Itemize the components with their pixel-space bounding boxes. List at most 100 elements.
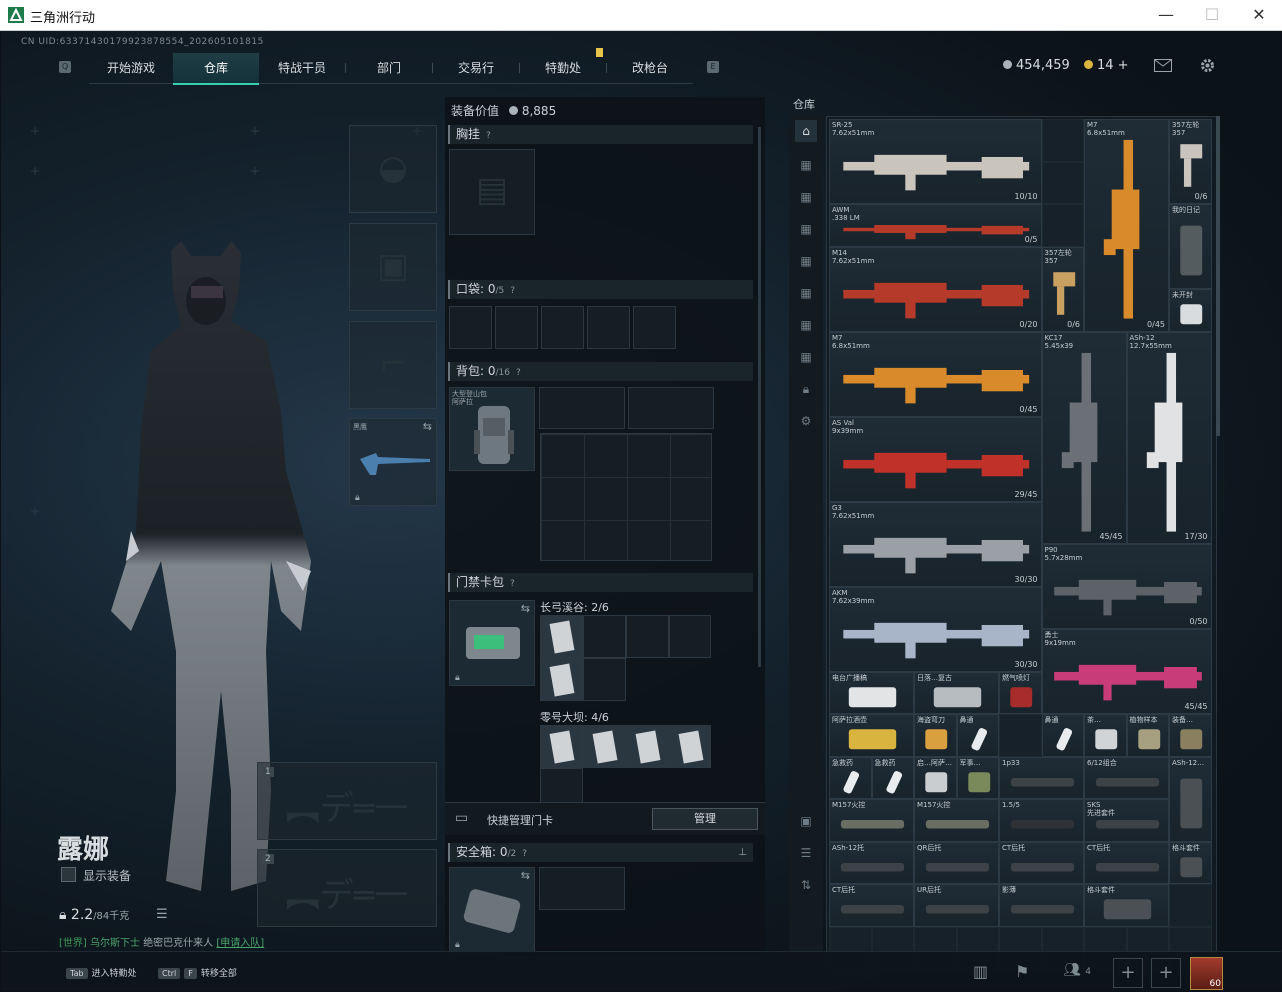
add-teammate-button[interactable]: + xyxy=(1113,958,1143,988)
warehouse-item[interactable]: 急救药 xyxy=(871,756,914,799)
keycard-item[interactable] xyxy=(540,615,583,658)
help-icon[interactable]: ? xyxy=(486,127,491,146)
warehouse-item[interactable]: 燃气喷灯 xyxy=(999,671,1042,714)
add-teammate-button[interactable]: + xyxy=(1151,958,1181,988)
warehouse-item[interactable]: 军事… xyxy=(956,756,999,799)
warehouse-item[interactable]: 格斗套件 xyxy=(1169,841,1212,884)
keycard-item[interactable] xyxy=(540,725,583,768)
show-equipment-checkbox[interactable] xyxy=(61,867,76,882)
scrollbar[interactable] xyxy=(758,127,761,667)
warehouse-item[interactable]: 勇士 9x19mm 45/45 xyxy=(1041,629,1212,714)
backpack-slot[interactable]: 大型登山包 阿萨拉 xyxy=(449,387,535,471)
tab-operators[interactable]: 特战干员 xyxy=(259,53,345,83)
chest-rig-slot[interactable]: ▤ xyxy=(449,149,535,235)
warehouse-tool-icon[interactable]: ▣ xyxy=(795,810,817,832)
pistol-slot[interactable]: ⌐ xyxy=(349,321,437,409)
pocket-cell[interactable] xyxy=(541,306,584,349)
tab-department[interactable]: 部门 xyxy=(346,53,432,83)
warehouse-item[interactable]: 阿萨拉酒壶 xyxy=(829,714,914,757)
stats-icon[interactable]: ▥ xyxy=(973,962,988,981)
warehouse-item[interactable]: CT后托 xyxy=(1084,841,1169,884)
warehouse-item[interactable]: 茶… xyxy=(1084,714,1127,757)
warehouse-item[interactable]: SR-25 7.62x51mm 10/10 xyxy=(829,119,1042,204)
warehouse-item[interactable]: 电台广播稿 xyxy=(829,671,914,714)
help-icon[interactable]: ? xyxy=(510,575,515,594)
tab-warehouse[interactable]: 仓库 xyxy=(173,53,259,85)
warehouse-item[interactable]: 357左轮 357 0/6 xyxy=(1041,246,1084,332)
keycard-cell[interactable] xyxy=(626,615,669,658)
backpack-grid[interactable] xyxy=(540,433,712,561)
warehouse-tab-6-icon[interactable]: ▦ xyxy=(795,314,817,336)
warehouse-item[interactable]: M157火控 xyxy=(829,799,914,842)
warehouse-tab-7-icon[interactable]: ▦ xyxy=(795,346,817,368)
tab-trading[interactable]: 交易行 xyxy=(433,53,519,83)
help-icon[interactable]: ? xyxy=(522,845,527,864)
warehouse-item[interactable]: AS Val 9x39mm 29/45 xyxy=(829,416,1042,502)
warehouse-item[interactable]: CT后托 xyxy=(829,884,914,927)
swap-icon[interactable]: ⇆ xyxy=(521,869,530,882)
close-icon[interactable]: ✕ xyxy=(1236,0,1282,30)
warehouse-item[interactable]: G3 7.62x51mm 30/30 xyxy=(829,501,1042,587)
join-team-link[interactable]: [申请入队] xyxy=(216,938,264,949)
tab-start-game[interactable]: 开始游戏 xyxy=(89,53,173,83)
safebox-cell[interactable] xyxy=(539,867,625,910)
keycard-cell[interactable] xyxy=(669,615,711,658)
backpack-cell[interactable] xyxy=(628,387,714,429)
maximize-icon[interactable]: ☐ xyxy=(1189,0,1235,30)
chat-user[interactable]: 乌尔斯下士 xyxy=(90,938,140,949)
warehouse-item[interactable]: ASh-12 12.7x55mm 17/30 xyxy=(1126,331,1212,544)
warehouse-lock-icon[interactable]: 🔒︎ xyxy=(795,378,817,400)
keycard-cell[interactable] xyxy=(540,768,583,803)
warehouse-item[interactable]: 装备… xyxy=(1169,714,1212,757)
warehouse-item[interactable]: 357左轮 357 0/6 xyxy=(1169,119,1212,204)
warehouse-item[interactable]: AWM .338 LM 0/5 xyxy=(829,204,1042,247)
swap-icon[interactable]: ⇆ xyxy=(423,420,432,433)
warehouse-item[interactable]: SKS 先进套件 xyxy=(1084,799,1169,842)
warehouse-item[interactable]: AKM 7.62x39mm 30/30 xyxy=(829,586,1042,672)
secondary-weapon-slot[interactable]: 2 ︻デ═一 xyxy=(257,849,437,927)
gear-icon[interactable] xyxy=(1199,57,1216,74)
avatar[interactable]: 60 xyxy=(1190,957,1223,990)
warehouse-item[interactable]: UR后托 xyxy=(914,884,999,927)
pocket-cell[interactable] xyxy=(495,306,538,349)
warehouse-cell[interactable] xyxy=(1041,204,1084,247)
keycard-cell[interactable] xyxy=(583,615,626,658)
warehouse-tab-2-icon[interactable]: ▦ xyxy=(795,186,817,208)
warehouse-item[interactable]: 格斗套件 xyxy=(1084,884,1169,927)
hotkey-special-ops[interactable]: Tab 进入特勤处 xyxy=(66,966,137,979)
safebox-slot[interactable]: ⇆ 🔒︎ xyxy=(449,867,535,953)
warehouse-item[interactable]: 鼻通 xyxy=(956,714,999,757)
warehouse-item[interactable]: 急救药 xyxy=(829,756,872,799)
nav-right-button[interactable]: E xyxy=(707,61,719,73)
nav-left-button[interactable]: Q xyxy=(59,61,71,73)
warehouse-item[interactable]: 未开封 xyxy=(1169,289,1212,332)
warehouse-item[interactable]: 海盗弯刀 xyxy=(914,714,957,757)
tab-gunsmith[interactable]: 改枪台 xyxy=(607,53,693,83)
warehouse-item[interactable]: 鼻通 xyxy=(1041,714,1084,757)
minimize-icon[interactable]: — xyxy=(1143,0,1189,30)
keycard-item[interactable] xyxy=(626,725,669,768)
backpack-cell[interactable] xyxy=(539,387,625,429)
manage-button[interactable]: 管理 xyxy=(652,808,758,830)
keycard-case-slot[interactable]: ⇆ 🔒︎ xyxy=(449,600,535,686)
warehouse-item[interactable]: M14 7.62x51mm 0/20 xyxy=(829,246,1042,332)
warehouse-item[interactable]: M7 6.8x51mm 0/45 xyxy=(829,331,1042,417)
warehouse-item[interactable]: 日落…复古 xyxy=(914,671,999,714)
pin-icon[interactable]: ⊥ xyxy=(738,843,747,862)
warehouse-settings-icon[interactable]: ⚙ xyxy=(795,410,817,432)
hotkey-transfer-all[interactable]: Ctrl F 转移全部 xyxy=(158,966,237,979)
warehouse-item[interactable]: CT后托 xyxy=(999,841,1084,884)
help-icon[interactable]: ? xyxy=(516,364,521,383)
warehouse-tab-5-icon[interactable]: ▦ xyxy=(795,282,817,304)
mail-icon[interactable] xyxy=(1154,59,1172,72)
keycard-item[interactable] xyxy=(583,725,626,768)
list-icon[interactable]: ☰ xyxy=(156,907,168,922)
warehouse-cell[interactable] xyxy=(1041,119,1084,162)
keycard-item[interactable] xyxy=(669,725,711,768)
keycard-cell[interactable] xyxy=(583,658,626,701)
melee-slot[interactable]: 黑鹰 ⇆ 🔒︎ xyxy=(349,418,437,506)
primary-weapon-slot[interactable]: 1 ︻デ═一 xyxy=(257,762,437,840)
friends-button[interactable]: 👥︎ 4 xyxy=(1063,962,1091,978)
tab-special-ops[interactable]: 特勤处 xyxy=(520,53,606,83)
warehouse-item[interactable]: ASh-12… xyxy=(1169,756,1212,842)
